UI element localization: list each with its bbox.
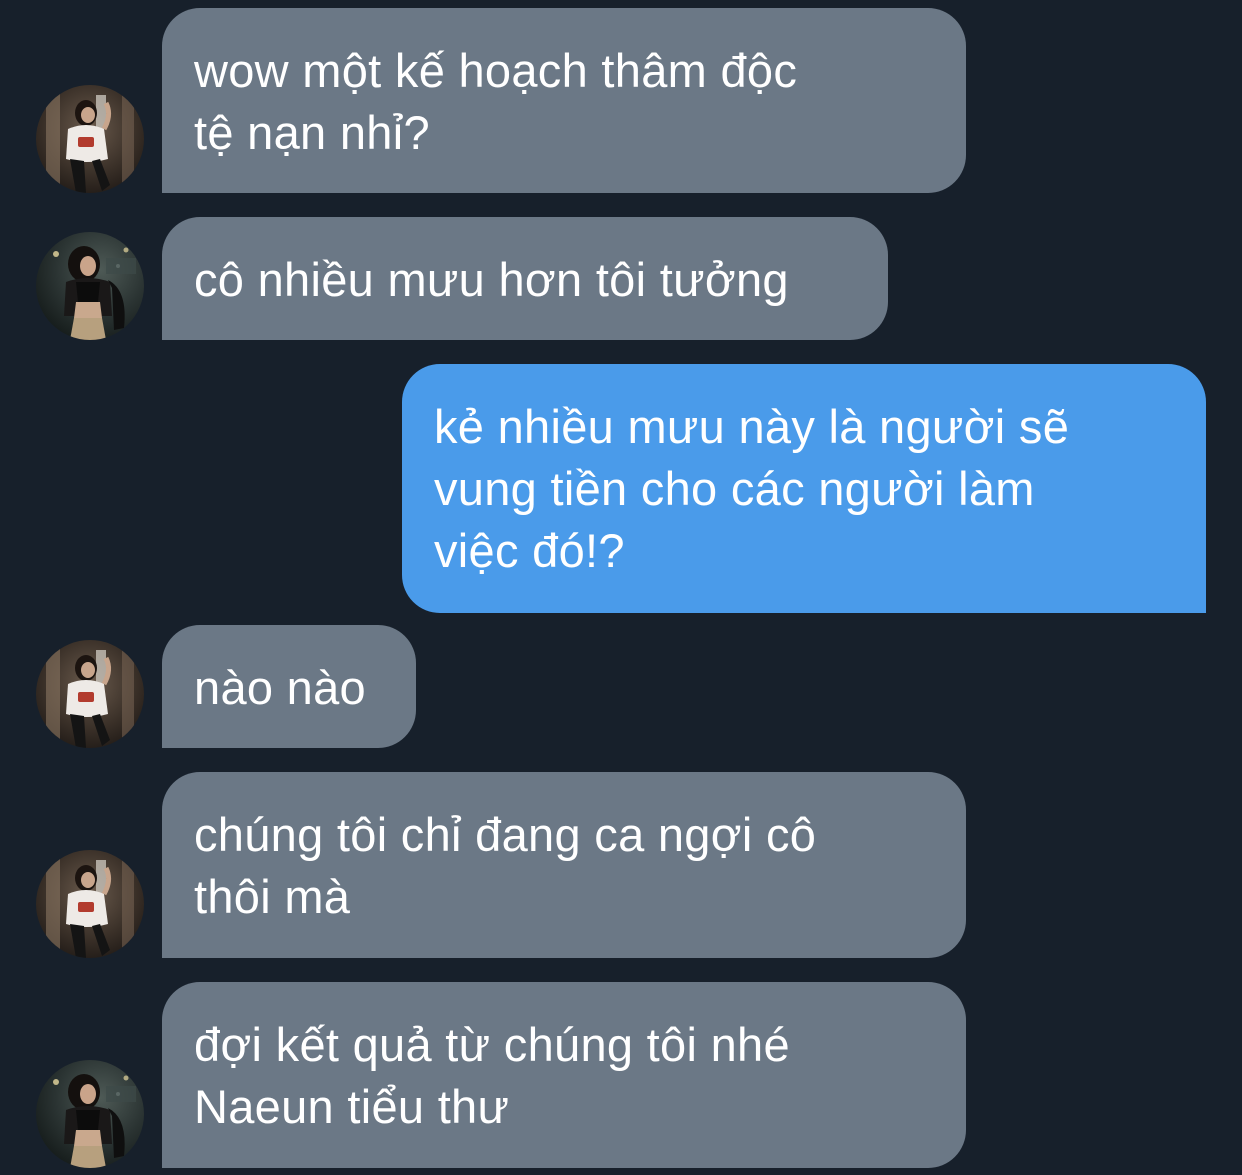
- avatar-white-shirt-icon: [36, 85, 144, 193]
- message-bubble-2[interactable]: cô nhiều mưu hơn tôi tưởng: [162, 217, 888, 340]
- message-text-3: kẻ nhiều mưu này là người sẽ vung tiền c…: [434, 400, 1070, 577]
- avatar-4[interactable]: [36, 640, 144, 748]
- avatar-2[interactable]: [36, 232, 144, 340]
- message-text-1: wow một kế hoạch thâm độc tệ nạn nhỉ?: [194, 44, 798, 159]
- message-text-5: chúng tôi chỉ đang ca ngợi cô thôi mà: [194, 808, 817, 923]
- message-text-2: cô nhiều mưu hơn tôi tưởng: [194, 253, 789, 306]
- message-bubble-5[interactable]: chúng tôi chỉ đang ca ngợi cô thôi mà: [162, 772, 966, 958]
- message-bubble-6[interactable]: đợi kết quả từ chúng tôi nhé Naeun tiểu …: [162, 982, 966, 1168]
- avatar-black-top-icon: [36, 232, 144, 340]
- avatar-6[interactable]: [36, 1060, 144, 1168]
- avatar-1[interactable]: [36, 85, 144, 193]
- avatar-black-top-icon: [36, 1060, 144, 1168]
- avatar-white-shirt-icon: [36, 850, 144, 958]
- message-bubble-1[interactable]: wow một kế hoạch thâm độc tệ nạn nhỉ?: [162, 8, 966, 193]
- message-text-4: nào nào: [194, 661, 366, 714]
- message-bubble-4[interactable]: nào nào: [162, 625, 416, 748]
- avatar-white-shirt-icon: [36, 640, 144, 748]
- message-bubble-3[interactable]: kẻ nhiều mưu này là người sẽ vung tiền c…: [402, 364, 1206, 613]
- avatar-5[interactable]: [36, 850, 144, 958]
- message-text-6: đợi kết quả từ chúng tôi nhé Naeun tiểu …: [194, 1018, 790, 1133]
